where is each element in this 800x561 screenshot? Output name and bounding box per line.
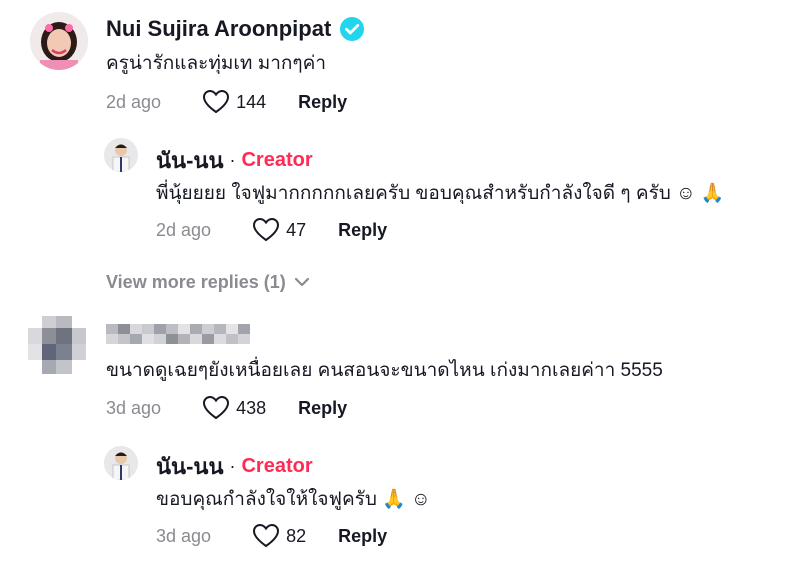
avatar[interactable]	[104, 138, 138, 172]
comment-author[interactable]: Nui Sujira Aroonpipat	[106, 16, 331, 42]
heart-outline-icon	[203, 90, 230, 114]
creator-badge: Creator	[241, 454, 313, 477]
comment-timestamp: 3d ago	[106, 397, 162, 418]
verified-badge-icon	[339, 16, 365, 42]
avatar[interactable]	[104, 446, 138, 480]
comment-author-blurred[interactable]	[106, 322, 256, 346]
chevron-down-icon	[294, 277, 309, 287]
heart-outline-icon	[203, 396, 230, 420]
comment-text: ครูน่ารักและทุ่มเท มากๆค่า	[106, 53, 327, 74]
separator-dot: ·	[229, 455, 236, 476]
avatar[interactable]	[30, 12, 88, 70]
heart-outline-icon	[253, 218, 280, 242]
like-count: 47	[286, 219, 307, 240]
avatar[interactable]	[26, 314, 90, 378]
creator-badge: Creator	[241, 148, 313, 171]
reply-timestamp: 3d ago	[156, 525, 212, 546]
reply-timestamp: 2d ago	[156, 219, 212, 240]
reply-author[interactable]: นัน-นน	[156, 449, 223, 484]
reply-button[interactable]: Reply	[298, 398, 347, 419]
reply-text: ขอบคุณกำลังใจให้ใจฟูครับ 🙏 ☺	[156, 489, 431, 510]
like-button[interactable]: 47	[253, 218, 306, 242]
like-count: 82	[286, 525, 307, 546]
reply-button[interactable]: Reply	[338, 526, 387, 547]
heart-outline-icon	[253, 524, 280, 548]
separator-dot: ·	[229, 149, 236, 170]
view-more-replies-label: View more replies (1)	[106, 271, 286, 292]
like-button[interactable]: 144	[203, 90, 266, 114]
like-button[interactable]: 82	[253, 524, 306, 548]
reply-button[interactable]: Reply	[298, 92, 347, 113]
reply-button[interactable]: Reply	[338, 220, 387, 241]
reply-text: พี่นุ้ยยยย ใจฟูมากกกกกเลยครับ ขอบคุณสำหร…	[156, 183, 725, 204]
view-more-replies-button[interactable]: View more replies (1)	[106, 268, 310, 296]
like-count: 438	[236, 397, 267, 418]
like-button[interactable]: 438	[203, 396, 266, 420]
comment-timestamp: 2d ago	[106, 91, 162, 112]
reply-author[interactable]: นัน-นน	[156, 143, 223, 178]
comment-text: ขนาดดูเฉยๆยังเหนื่อยเลย คนสอนจะขนาดไหน เ…	[106, 360, 663, 381]
like-count: 144	[236, 91, 267, 112]
